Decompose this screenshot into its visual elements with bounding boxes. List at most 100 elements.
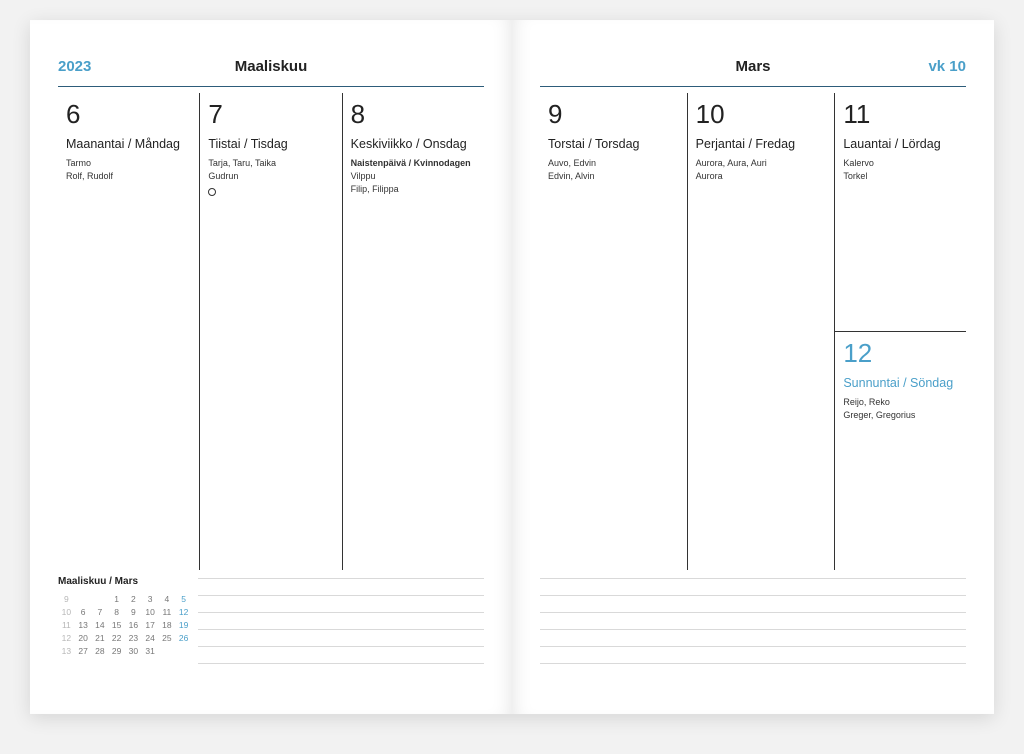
name-line: Auvo, Edvin [548,157,679,170]
name-days: Kalervo Torkel [843,157,958,183]
mini-day-cell: 4 [159,592,176,605]
date-number: 6 [66,101,191,127]
date-number: 8 [351,101,476,127]
header-right: Mars vk 10 [540,58,966,80]
mini-day-cell: 1 [108,592,125,605]
mini-day-cell: 27 [75,644,92,657]
day-sun: 12 Sunnuntai / Söndag Reijo, Reko Greger… [835,332,966,570]
note-lines-left [198,578,484,680]
mini-day-cell: 20 [75,631,92,644]
name-line: Filip, Filippa [351,183,476,196]
day-sat: 11 Lauantai / Lördag Kalervo Torkel [835,93,966,332]
note-lines-right [540,578,966,680]
name-days: Tarmo Rolf, Rudolf [66,157,191,183]
day-wed: 8 Keskiviikko / Onsdag Naistenpäivä / Kv… [343,93,484,570]
name-line: Vilppu [351,170,476,183]
header-left: 2023 Maaliskuu [58,58,484,80]
mini-day-cell: 29 [108,644,125,657]
mini-day-cell: 24 [142,631,159,644]
name-days: Auvo, Edvin Edvin, Alvin [548,157,679,183]
mini-day-cell: 8 [108,605,125,618]
name-line: Torkel [843,170,958,183]
mini-day-cell: 15 [108,618,125,631]
mini-day-cell: 12 [175,605,192,618]
mini-day-cell [175,644,192,657]
date-number: 7 [208,101,333,127]
week-label: vk 10 [928,58,966,75]
header-rule-right [540,86,966,87]
day-of-week: Lauantai / Lördag [843,137,958,151]
planner-spread: 2023 Maaliskuu 6 Maanantai / Måndag Tarm… [30,20,994,714]
mini-day-cell: 7 [92,605,109,618]
mini-day-cell: 25 [159,631,176,644]
mini-day-cell: 19 [175,618,192,631]
name-days: Naistenpäivä / Kvinnodagen Vilppu Filip,… [351,157,476,196]
mini-day-cell: 14 [92,618,109,631]
days-left: 6 Maanantai / Måndag Tarmo Rolf, Rudolf … [58,93,484,570]
holiday-line: Naistenpäivä / Kvinnodagen [351,157,476,170]
name-days: Reijo, Reko Greger, Gregorius [843,396,958,422]
bottom-left: Maaliskuu / Mars 91234510678910111211131… [58,578,484,690]
month-right-label: Mars [735,58,770,75]
name-days: Aurora, Aura, Auri Aurora [696,157,827,183]
mini-week-number: 9 [58,592,75,605]
date-number: 9 [548,101,679,127]
header-rule-left [58,86,484,87]
page-left: 2023 Maaliskuu 6 Maanantai / Måndag Tarm… [30,20,512,714]
mini-day-cell: 21 [92,631,109,644]
day-tue: 7 Tiistai / Tisdag Tarja, Taru, Taika Gu… [200,93,342,570]
mini-day-cell: 22 [108,631,125,644]
bottom-right [540,578,966,690]
name-line: Kalervo [843,157,958,170]
mini-week-number: 12 [58,631,75,644]
mini-calendar-grid: 9123451067891011121113141516171819122021… [58,592,192,657]
year-label: 2023 [58,58,91,75]
name-line: Aurora, Aura, Auri [696,157,827,170]
days-right: 9 Torstai / Torsdag Auvo, Edvin Edvin, A… [540,93,966,570]
name-days: Tarja, Taru, Taika Gudrun [208,157,333,183]
name-line: Edvin, Alvin [548,170,679,183]
name-line: Gudrun [208,170,333,183]
mini-day-cell [159,644,176,657]
weekend-column: 11 Lauantai / Lördag Kalervo Torkel 12 S… [835,93,966,570]
mini-day-cell: 28 [92,644,109,657]
name-line: Reijo, Reko [843,396,958,409]
mini-calendar: Maaliskuu / Mars 91234510678910111211131… [58,576,192,657]
mini-day-cell: 31 [142,644,159,657]
name-line: Aurora [696,170,827,183]
day-of-week: Maanantai / Måndag [66,137,191,151]
mini-day-cell: 16 [125,618,142,631]
mini-day-cell [75,592,92,605]
name-line: Rolf, Rudolf [66,170,191,183]
name-line: Tarja, Taru, Taika [208,157,333,170]
mini-week-number: 13 [58,644,75,657]
mini-day-cell: 9 [125,605,142,618]
mini-day-cell: 5 [175,592,192,605]
name-line: Tarmo [66,157,191,170]
mini-day-cell: 17 [142,618,159,631]
page-right: Mars vk 10 9 Torstai / Torsdag Auvo, Edv… [512,20,994,714]
month-left-label: Maaliskuu [235,58,308,75]
day-thu: 9 Torstai / Torsdag Auvo, Edvin Edvin, A… [540,93,688,570]
mini-day-cell: 26 [175,631,192,644]
day-of-week: Tiistai / Tisdag [208,137,333,151]
mini-day-cell: 2 [125,592,142,605]
mini-day-cell: 10 [142,605,159,618]
mini-day-cell: 11 [159,605,176,618]
date-number: 12 [843,340,958,366]
mini-day-cell: 30 [125,644,142,657]
mini-week-number: 10 [58,605,75,618]
date-number: 10 [696,101,827,127]
mini-day-cell: 6 [75,605,92,618]
date-number: 11 [843,101,958,127]
day-of-week: Perjantai / Fredag [696,137,827,151]
name-line: Greger, Gregorius [843,409,958,422]
moon-phase-icon [208,188,216,196]
mini-day-cell: 3 [142,592,159,605]
mini-week-number: 11 [58,618,75,631]
day-fri: 10 Perjantai / Fredag Aurora, Aura, Auri… [688,93,836,570]
mini-day-cell: 18 [159,618,176,631]
day-of-week: Keskiviikko / Onsdag [351,137,476,151]
mini-day-cell: 13 [75,618,92,631]
day-of-week: Sunnuntai / Söndag [843,376,958,390]
